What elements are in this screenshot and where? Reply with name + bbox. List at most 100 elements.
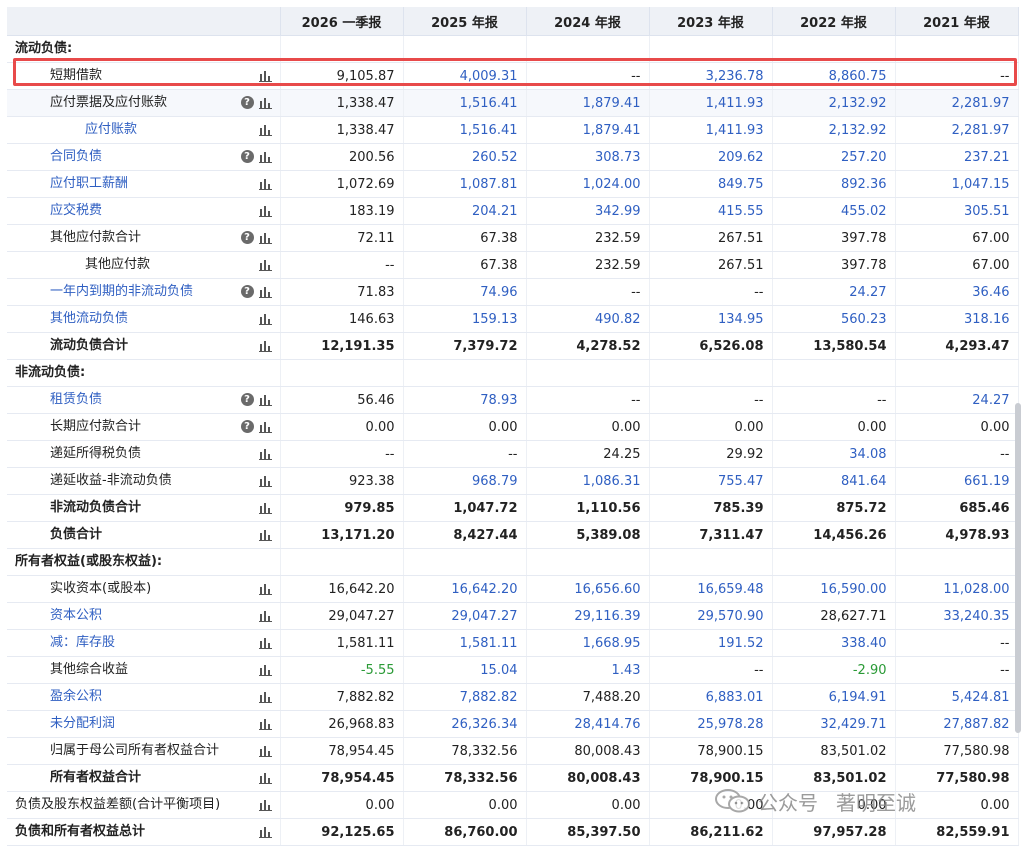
value-cell[interactable]: 11,028.00 (895, 575, 1019, 603)
help-icon[interactable]: ? (240, 231, 254, 244)
value-cell[interactable]: 318.16 (895, 305, 1019, 333)
value-cell[interactable]: 36.46 (895, 278, 1019, 306)
bar-chart-icon[interactable] (258, 502, 272, 514)
bar-chart-icon[interactable] (258, 124, 272, 136)
value-cell[interactable]: 16,659.48 (649, 575, 773, 603)
bar-chart-icon[interactable] (258, 637, 272, 649)
value-cell[interactable]: 32,429.71 (772, 710, 896, 738)
bar-chart-icon[interactable] (258, 421, 272, 433)
value-cell[interactable]: 1,668.95 (526, 629, 650, 657)
bar-chart-icon[interactable] (258, 286, 272, 298)
help-icon[interactable]: ? (240, 150, 254, 163)
value-cell[interactable]: 968.79 (403, 467, 527, 495)
value-cell[interactable]: 2,132.92 (772, 89, 896, 117)
value-cell[interactable]: 342.99 (526, 197, 650, 225)
value-cell[interactable]: 34.08 (772, 440, 896, 468)
value-cell[interactable]: 455.02 (772, 197, 896, 225)
value-cell[interactable]: 16,590.00 (772, 575, 896, 603)
value-cell[interactable]: 260.52 (403, 143, 527, 171)
value-cell[interactable]: 1,581.11 (403, 629, 527, 657)
bar-chart-icon[interactable] (258, 178, 272, 190)
bar-chart-icon[interactable] (258, 340, 272, 352)
bar-chart-icon[interactable] (258, 151, 272, 163)
value-cell[interactable]: 2,132.92 (772, 116, 896, 144)
row-label[interactable]: 应付职工薪酬 (7, 171, 128, 197)
value-cell[interactable]: 841.64 (772, 467, 896, 495)
value-cell[interactable]: 1.43 (526, 656, 650, 684)
value-cell[interactable]: 1,024.00 (526, 170, 650, 198)
header-col-2024[interactable]: 2024 年报 (526, 7, 650, 36)
bar-chart-icon[interactable] (258, 610, 272, 622)
value-cell[interactable]: 204.21 (403, 197, 527, 225)
help-icon[interactable]: ? (240, 420, 254, 433)
value-cell[interactable]: 1,516.41 (403, 116, 527, 144)
value-cell[interactable]: 1,879.41 (526, 116, 650, 144)
value-cell[interactable]: 257.20 (772, 143, 896, 171)
help-icon[interactable]: ? (240, 285, 254, 298)
header-col-2021[interactable]: 2021 年报 (895, 7, 1019, 36)
value-cell[interactable]: 1,047.15 (895, 170, 1019, 198)
value-cell[interactable]: 33,240.35 (895, 602, 1019, 630)
row-label[interactable]: 合同负债 (7, 144, 102, 170)
value-cell[interactable]: 26,326.34 (403, 710, 527, 738)
vertical-scrollbar[interactable] (1015, 403, 1021, 733)
bar-chart-icon[interactable] (258, 691, 272, 703)
row-label[interactable]: 应交税费 (7, 198, 102, 224)
value-cell[interactable]: 27,887.82 (895, 710, 1019, 738)
value-cell[interactable]: 849.75 (649, 170, 773, 198)
value-cell[interactable]: 1,087.81 (403, 170, 527, 198)
help-icon[interactable]: ? (240, 96, 254, 109)
value-cell[interactable]: 29,570.90 (649, 602, 773, 630)
bar-chart-icon[interactable] (258, 529, 272, 541)
value-cell[interactable]: 6,883.01 (649, 683, 773, 711)
value-cell[interactable]: 755.47 (649, 467, 773, 495)
bar-chart-icon[interactable] (258, 772, 272, 784)
row-label[interactable]: 资本公积 (7, 603, 102, 629)
value-cell[interactable]: 159.13 (403, 305, 527, 333)
row-label[interactable]: 其他流动负债 (7, 306, 128, 332)
help-icon[interactable]: ? (240, 393, 254, 406)
value-cell[interactable]: 134.95 (649, 305, 773, 333)
header-col-2022[interactable]: 2022 年报 (772, 7, 896, 36)
value-cell[interactable]: 1,086.31 (526, 467, 650, 495)
bar-chart-icon[interactable] (258, 97, 272, 109)
bar-chart-icon[interactable] (258, 70, 272, 82)
value-cell[interactable]: 7,882.82 (403, 683, 527, 711)
value-cell[interactable]: 74.96 (403, 278, 527, 306)
value-cell[interactable]: 15.04 (403, 656, 527, 684)
value-cell[interactable]: 308.73 (526, 143, 650, 171)
bar-chart-icon[interactable] (258, 394, 272, 406)
value-cell[interactable]: 8,860.75 (772, 62, 896, 90)
bar-chart-icon[interactable] (258, 826, 272, 838)
value-cell[interactable]: 28,414.76 (526, 710, 650, 738)
value-cell[interactable]: 78.93 (403, 386, 527, 414)
bar-chart-icon[interactable] (258, 259, 272, 271)
value-cell[interactable]: 16,656.60 (526, 575, 650, 603)
value-cell[interactable]: 209.62 (649, 143, 773, 171)
row-label[interactable]: 一年内到期的非流动负债 (7, 279, 193, 305)
value-cell[interactable]: 237.21 (895, 143, 1019, 171)
bar-chart-icon[interactable] (258, 232, 272, 244)
bar-chart-icon[interactable] (258, 745, 272, 757)
value-cell[interactable]: 1,411.93 (649, 116, 773, 144)
row-label[interactable]: 租赁负债 (7, 387, 102, 413)
value-cell[interactable]: 24.27 (772, 278, 896, 306)
row-label[interactable]: 盈余公积 (7, 684, 102, 710)
bar-chart-icon[interactable] (258, 583, 272, 595)
value-cell[interactable]: 1,879.41 (526, 89, 650, 117)
value-cell[interactable]: 2,281.97 (895, 89, 1019, 117)
value-cell[interactable]: 1,516.41 (403, 89, 527, 117)
value-cell[interactable]: 4,009.31 (403, 62, 527, 90)
value-cell[interactable]: 1,411.93 (649, 89, 773, 117)
value-cell[interactable]: 16,642.20 (403, 575, 527, 603)
value-cell[interactable]: 338.40 (772, 629, 896, 657)
bar-chart-icon[interactable] (258, 313, 272, 325)
value-cell[interactable]: 29,047.27 (403, 602, 527, 630)
value-cell[interactable]: 3,236.78 (649, 62, 773, 90)
value-cell[interactable]: 490.82 (526, 305, 650, 333)
row-label[interactable]: 减：库存股 (7, 630, 115, 656)
value-cell[interactable]: 415.55 (649, 197, 773, 225)
bar-chart-icon[interactable] (258, 799, 272, 811)
header-col-2025[interactable]: 2025 年报 (403, 7, 527, 36)
value-cell[interactable]: 29,116.39 (526, 602, 650, 630)
